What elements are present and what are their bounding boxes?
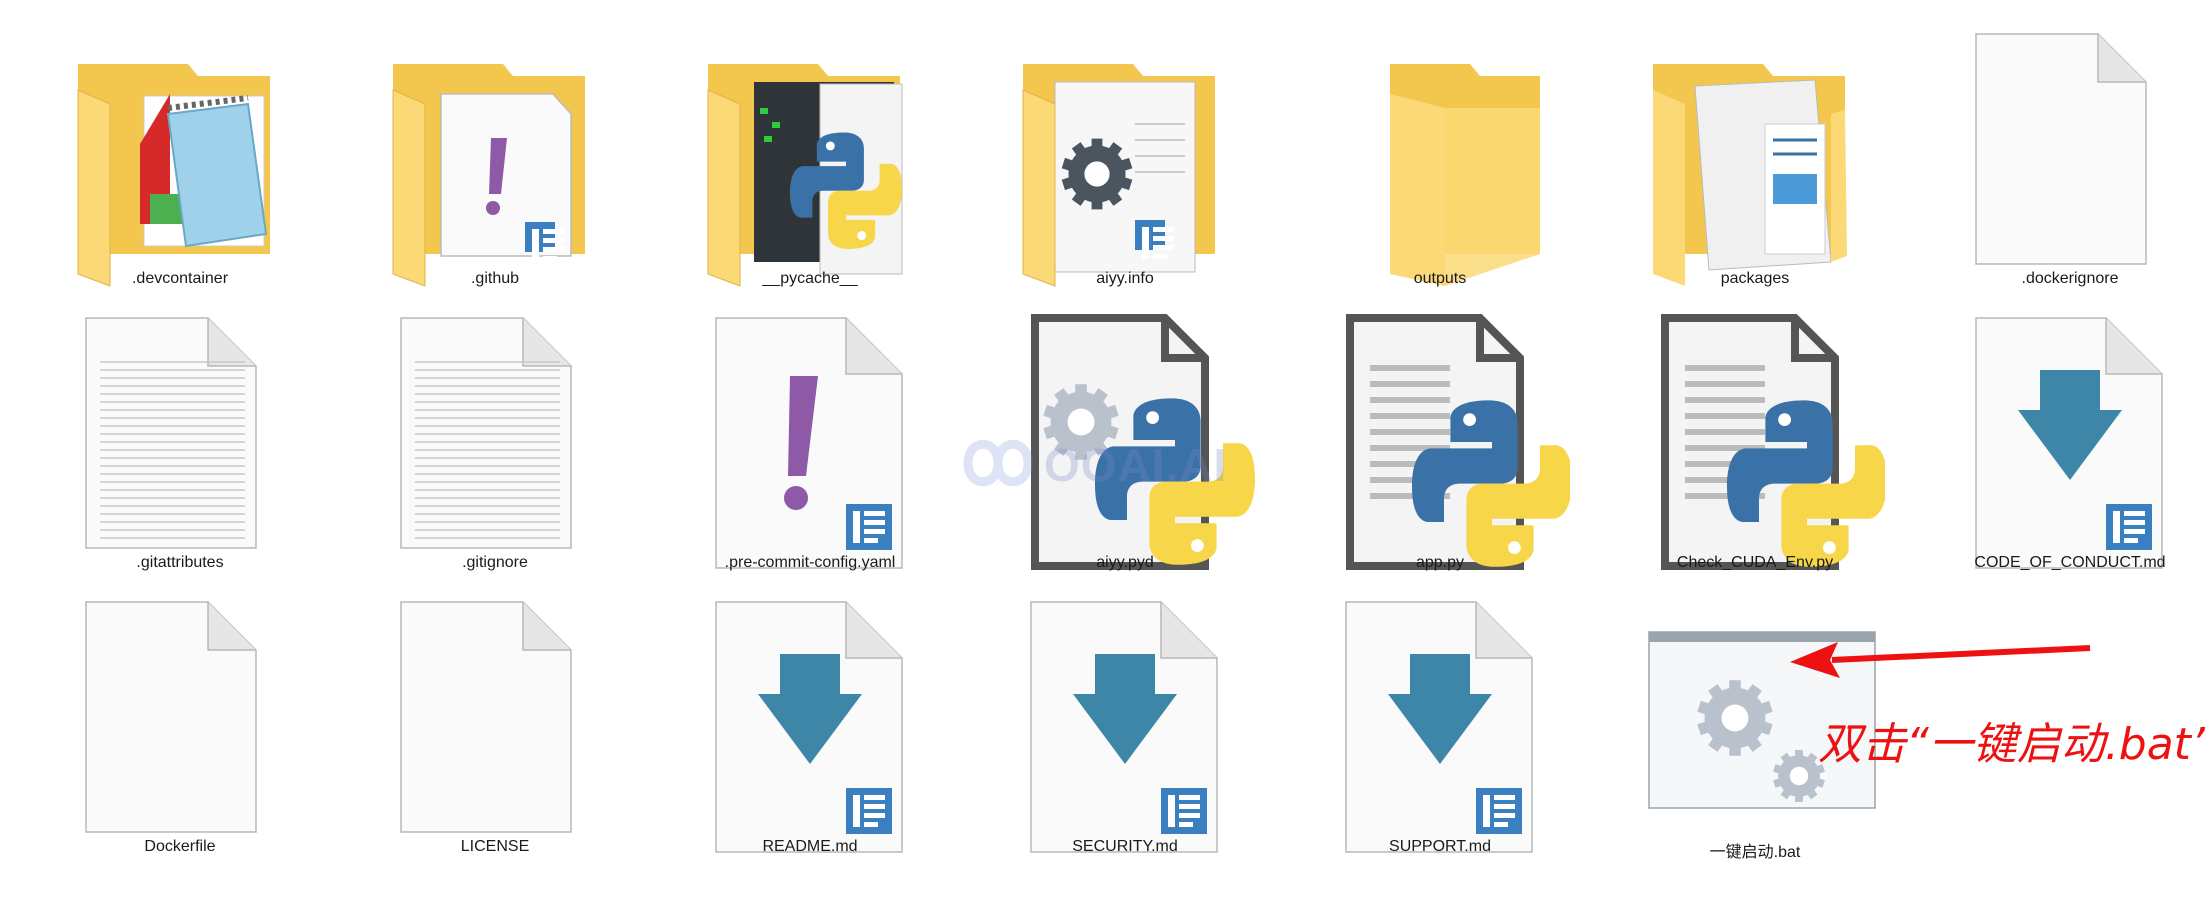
file-name-label: __pycache__ [762,270,858,287]
file-name-label: .github [470,270,520,287]
blank-file-icon [400,601,572,833]
blank-file-icon [1975,33,2147,265]
file-name-label: SUPPORT.md [1389,838,1491,855]
folder-python-icon [707,64,903,287]
file-grid: .devcontainer .github __pycache__ aiyy.i… [0,0,2205,918]
file-item[interactable]: .gitignore [385,308,605,588]
file-item[interactable]: app.py [1330,308,1570,588]
file-name-label: CODE_OF_CONDUCT.md [1974,554,2166,571]
file-name-label: app.py [1415,554,1465,571]
file-name-label: .devcontainer [131,270,229,287]
markdown-file-icon [1975,317,2163,569]
file-item[interactable]: .pre-commit-config.yaml [700,308,920,588]
file-name-label: packages [1720,270,1790,287]
file-item[interactable]: 一键启动.bat [1645,592,1876,872]
file-name-label: 一键启动.bat [1709,844,1801,861]
file-name-label: SECURITY.md [1072,838,1178,855]
file-name-label: LICENSE [460,838,530,855]
file-item[interactable]: .gitattributes [70,308,290,588]
folder-item[interactable]: outputs [1330,24,1550,304]
python-extension-icon [1031,314,1255,570]
file-name-label: .pre-commit-config.yaml [724,554,896,571]
folder-item[interactable]: packages [1645,24,1865,304]
file-item[interactable]: LICENSE [385,592,605,872]
markdown-file-icon [1345,601,1533,853]
folder-settings-icon [1022,64,1215,287]
file-item[interactable]: SECURITY.md [1015,592,1235,872]
folder-notepad-icon [77,64,270,287]
folder-item[interactable]: .github [385,24,605,304]
file-name-label: Check_CUDA_Env.py [1676,554,1834,571]
file-item[interactable]: CODE_OF_CONDUCT.md [1960,308,2180,588]
folder-icon [1390,64,1540,286]
folder-documents-icon [1653,64,1847,286]
file-name-label: outputs [1413,270,1467,287]
markdown-file-icon [715,601,903,853]
folder-item[interactable]: .devcontainer [70,24,290,304]
markdown-file-icon [1030,601,1218,853]
batch-file-icon [1648,631,1876,809]
folder-item[interactable]: aiyy.info [1015,24,1235,304]
file-name-label: README.md [762,838,858,855]
file-name-label: .gitattributes [136,554,224,571]
file-item[interactable]: .dockerignore [1960,24,2180,304]
file-item[interactable]: SUPPORT.md [1330,592,1550,872]
python-script-icon [1661,314,1885,570]
file-item[interactable]: README.md [700,592,920,872]
text-file-icon [85,317,257,549]
file-item[interactable]: aiyy.pyd [1015,308,1255,588]
folder-item[interactable]: __pycache__ [700,24,920,304]
file-name-label: .gitignore [462,554,528,571]
blank-file-icon [85,601,257,833]
file-name-label: Dockerfile [144,838,216,855]
folder-yaml-icon [392,64,585,287]
python-script-icon [1346,314,1570,570]
file-name-label: .dockerignore [2021,270,2119,287]
file-name-label: aiyy.info [1096,270,1154,287]
file-item[interactable]: Dockerfile [70,592,290,872]
yaml-file-icon [715,317,903,569]
file-name-label: aiyy.pyd [1096,554,1154,571]
text-file-icon [400,317,572,549]
file-item[interactable]: Check_CUDA_Env.py [1645,308,1885,588]
